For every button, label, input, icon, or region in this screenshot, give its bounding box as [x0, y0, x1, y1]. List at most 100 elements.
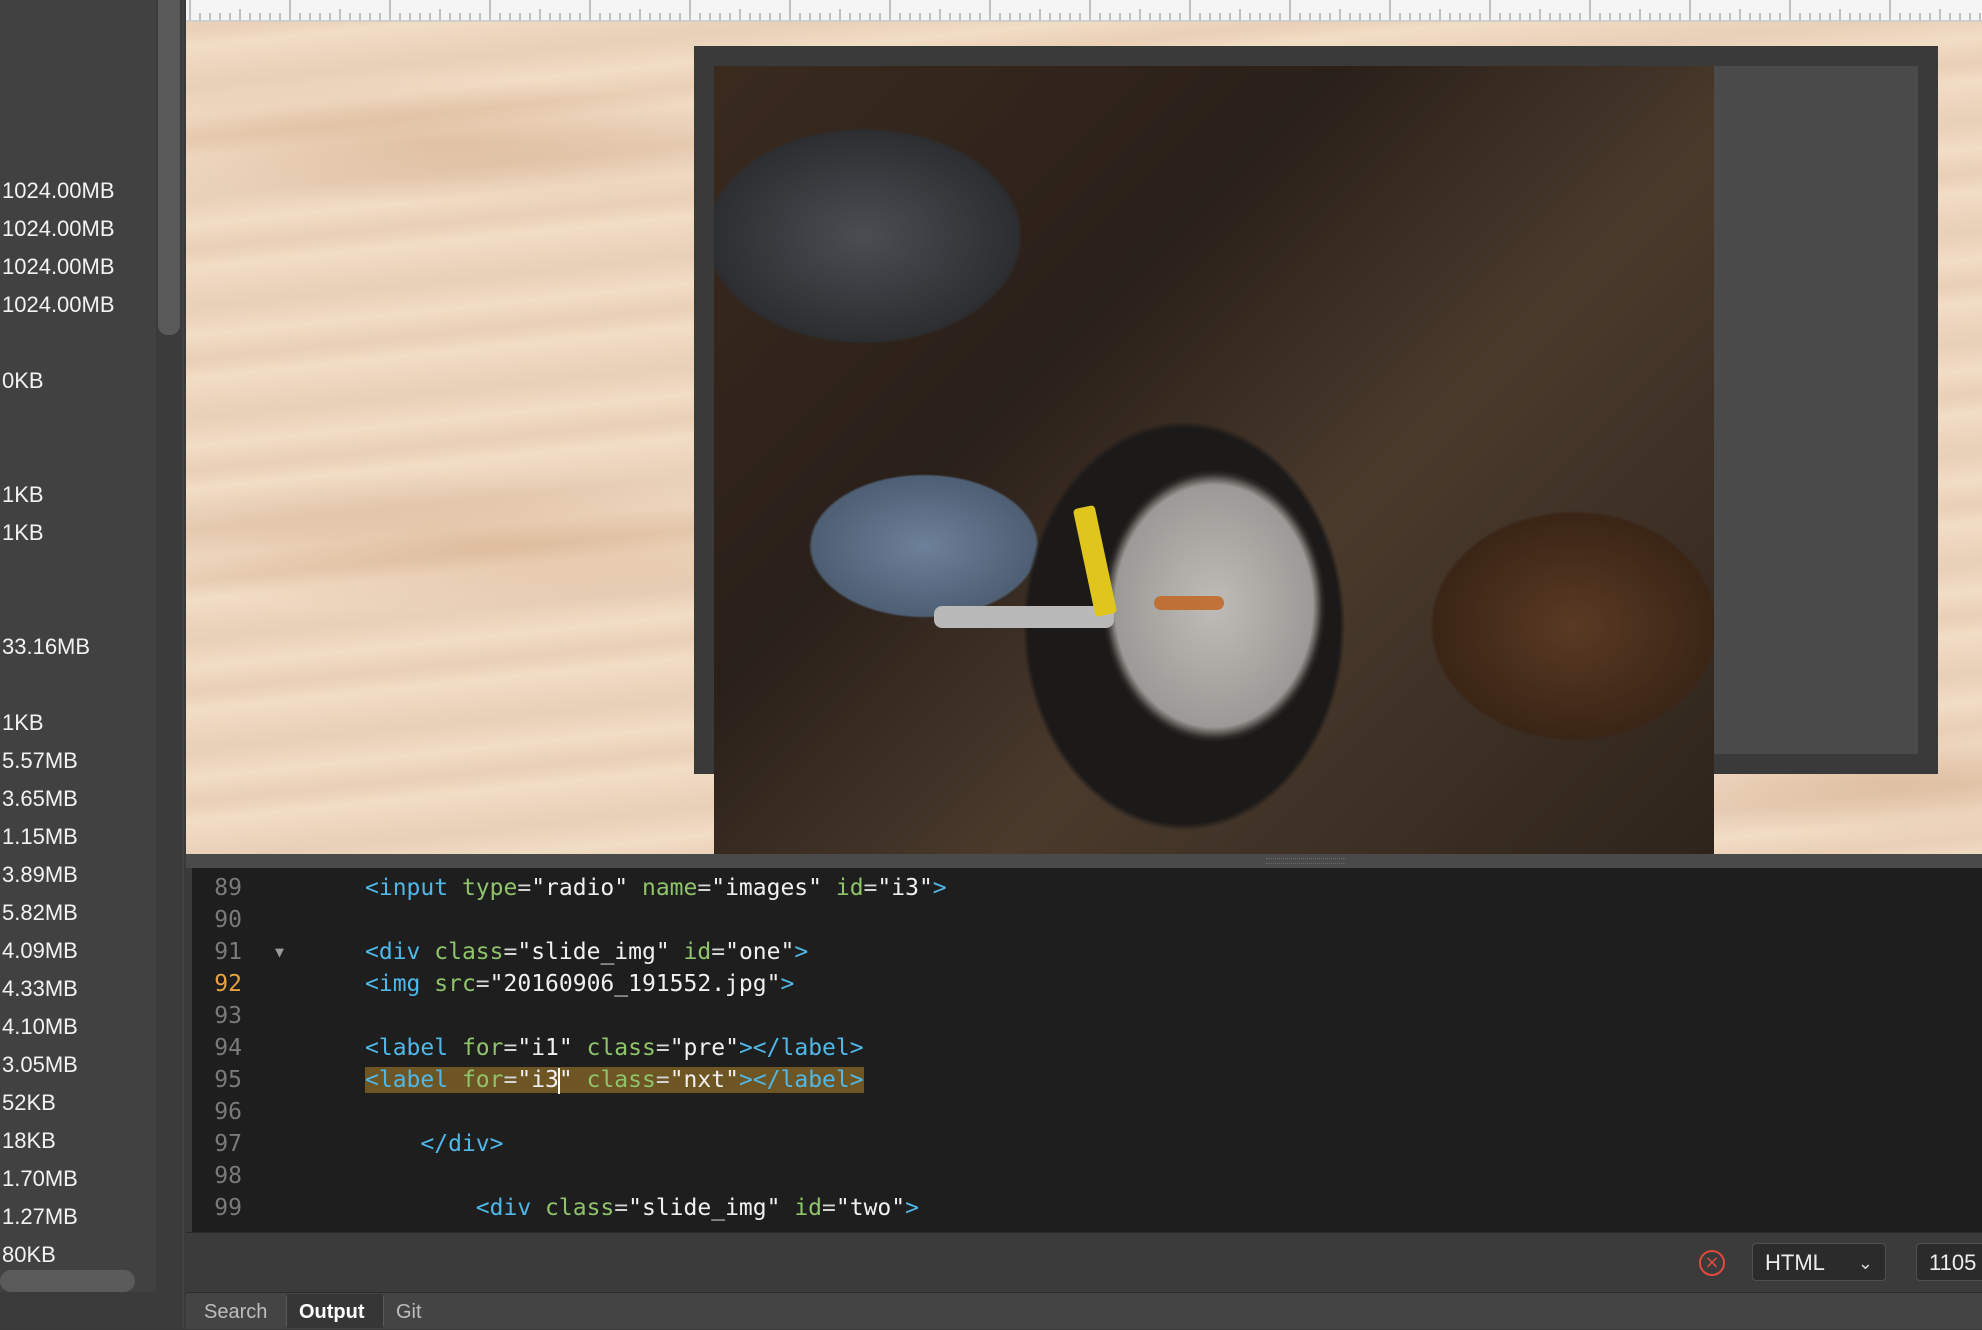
fold-toggle-icon[interactable]: ▼	[275, 936, 284, 968]
line-number: 93	[214, 1003, 242, 1029]
file-size-item: 1KB	[2, 482, 44, 507]
code-tokens: <input type="radio" name="images" id="i3…	[365, 875, 947, 901]
code-tokens: <label for="i1" class="pre"></label>	[365, 1035, 864, 1061]
cursor-position-value: 1105	[1929, 1250, 1977, 1275]
live-preview-canvas[interactable]	[186, 22, 1982, 854]
code-line[interactable]: 95 <label for="i3" class="nxt"></label>	[192, 1064, 1982, 1096]
file-size-item: 1KB	[2, 710, 44, 735]
code-text[interactable]: <img src="20160906_191552.jpg">	[365, 968, 794, 1000]
file-size-item: 1024.00MB	[2, 254, 115, 279]
code-token-str: "i3"	[877, 875, 933, 901]
code-token-tag: >	[932, 875, 947, 901]
tab-search-label: Search	[204, 1301, 268, 1323]
file-size-item: 4.09MB	[2, 938, 78, 963]
slide-background	[1712, 66, 1918, 754]
language-select-value: HTML	[1765, 1250, 1825, 1275]
code-text[interactable]: <div class="slide_img" id="one">	[365, 936, 808, 968]
code-token-eq: =	[614, 1195, 629, 1221]
code-token-eq: =	[503, 1067, 518, 1093]
code-line[interactable]: 93	[192, 1000, 1982, 1032]
code-text[interactable]: <label for="i1" class="pre"></label>	[365, 1032, 864, 1064]
file-size-item: 5.57MB	[2, 748, 78, 773]
vertical-scrollbar-thumb[interactable]	[158, 0, 180, 335]
code-token-eq: =	[697, 875, 712, 901]
line-number: 96	[214, 1099, 242, 1125]
code-token-str: "pre"	[669, 1035, 739, 1061]
file-size-item: 1.15MB	[2, 824, 78, 849]
code-text[interactable]: <label for="i3" class="nxt"></label>	[365, 1064, 864, 1096]
splitter-grip[interactable]	[1266, 858, 1346, 864]
code-token-attr: type	[461, 875, 518, 901]
code-token-attr: name	[641, 875, 698, 901]
code-line[interactable]: 91 ▼ <div class="slide_img" id="one">	[192, 936, 1982, 968]
code-text[interactable]: <input type="radio" name="images" id="i3…	[365, 872, 947, 904]
line-number: 97	[214, 1131, 242, 1157]
chevron-down-icon: ⌄	[1857, 1253, 1873, 1273]
line-number: 94	[214, 1035, 242, 1061]
tab-git-label: Git	[396, 1301, 422, 1323]
panel-splitter[interactable]	[186, 854, 1982, 868]
search-match-highlight: <label for="i3" class="nxt"></label>	[365, 1067, 864, 1094]
tab-output[interactable]: Output	[287, 1294, 383, 1328]
code-line[interactable]: 97 </div>	[192, 1128, 1982, 1160]
code-line[interactable]: 99 <div class="slide_img" id="two">	[192, 1192, 1982, 1224]
code-line[interactable]: 98	[192, 1160, 1982, 1192]
code-token-attr: class	[586, 1067, 656, 1093]
ruler-ticks	[189, 0, 1981, 20]
left-panel-footer	[0, 1292, 180, 1328]
code-line[interactable]: 96	[192, 1096, 1982, 1128]
code-token-tag: >	[780, 971, 795, 997]
file-size-item: 1.70MB	[2, 1166, 78, 1191]
cursor-position-field[interactable]: 1105	[1916, 1243, 1982, 1281]
file-size-item: 4.33MB	[2, 976, 78, 1001]
code-token-str: "	[558, 1067, 587, 1093]
code-token-eq: =	[711, 939, 726, 965]
slide-image[interactable]	[714, 66, 1714, 854]
code-token-attr: for	[461, 1067, 504, 1093]
code-token-str: "slide_img"	[628, 1195, 795, 1221]
language-select[interactable]: HTML ⌄	[1752, 1243, 1886, 1281]
code-token-eq: =	[503, 1035, 518, 1061]
code-token-eq: =	[655, 1067, 670, 1093]
code-token-str: "radio"	[531, 875, 642, 901]
code-tokens: <img src="20160906_191552.jpg">	[365, 971, 794, 997]
code-token-tag: </div>	[420, 1131, 504, 1157]
file-size-item: 3.05MB	[2, 1052, 78, 1077]
code-token-str: "images"	[711, 875, 836, 901]
code-line[interactable]: 89 <input type="radio" name="images" id="…	[192, 872, 1982, 904]
tab-git[interactable]: Git	[384, 1294, 444, 1328]
file-size-item: 3.65MB	[2, 786, 78, 811]
code-token-str: "i3	[517, 1067, 559, 1093]
tab-search[interactable]: Search	[192, 1294, 286, 1328]
error-icon[interactable]: ×	[1699, 1250, 1725, 1276]
code-editor[interactable]: 89 <input type="radio" name="images" id="…	[192, 868, 1982, 1232]
code-token-str: "slide_img"	[517, 939, 684, 965]
code-token-tag: <div	[365, 939, 435, 965]
code-token-tag: <label	[365, 1067, 462, 1093]
line-number: 90	[214, 907, 242, 933]
code-token-tag: ></label>	[738, 1035, 864, 1061]
code-line[interactable]: 90	[192, 904, 1982, 936]
line-number: 89	[214, 875, 242, 901]
code-token-attr: class	[434, 939, 504, 965]
file-size-item: 1.27MB	[2, 1204, 78, 1229]
tab-output-label: Output	[299, 1301, 365, 1323]
file-size-item: 80KB	[2, 1242, 56, 1267]
code-token-tag: <input	[365, 875, 462, 901]
code-line[interactable]: 92 <img src="20160906_191552.jpg">	[192, 968, 1982, 1000]
photo-valve	[1072, 504, 1118, 618]
code-token-eq: =	[822, 1195, 836, 1221]
horizontal-scrollbar-thumb[interactable]	[0, 1270, 135, 1292]
code-token-attr: for	[461, 1035, 504, 1061]
file-size-item: 18KB	[2, 1128, 56, 1153]
file-size-item: 1024.00MB	[2, 178, 115, 203]
code-text[interactable]: <div class="slide_img" id="two">	[365, 1192, 919, 1224]
code-token-tag: ></label>	[738, 1067, 864, 1093]
code-token-str: "one"	[725, 939, 795, 965]
bottom-tab-bar	[186, 1292, 1982, 1329]
code-line[interactable]: 94 <label for="i1" class="pre"></label>	[192, 1032, 1982, 1064]
code-text[interactable]: </div>	[365, 1128, 503, 1160]
file-size-item: 1024.00MB	[2, 292, 115, 317]
